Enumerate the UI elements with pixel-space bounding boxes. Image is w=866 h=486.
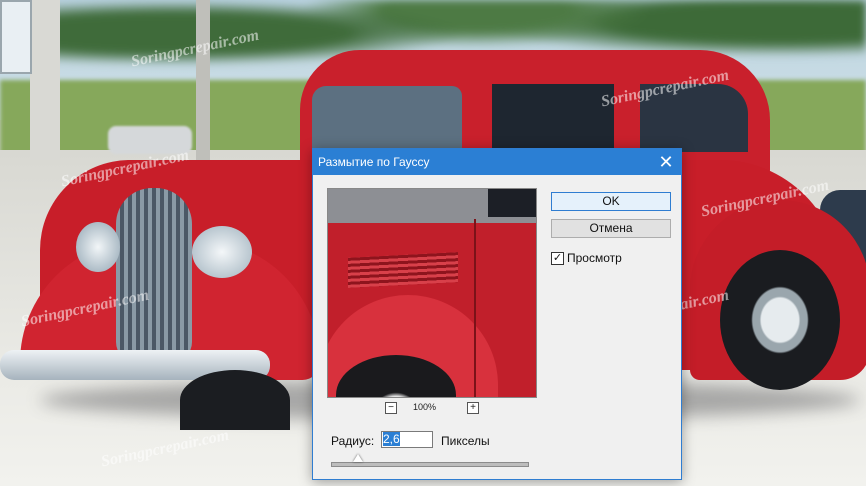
ok-button[interactable]: OK [551,192,671,211]
cancel-button[interactable]: Отмена [551,219,671,238]
radius-field[interactable]: 2,6 [381,431,433,448]
close-icon[interactable]: ✕ [651,149,681,175]
slider-thumb[interactable] [353,454,364,462]
zoom-in-icon[interactable]: + [467,402,479,414]
preview-label: Просмотр [567,251,622,265]
dialog-title: Размытие по Гауссу [318,155,430,169]
radius-unit: Пикселы [441,434,490,448]
gaussian-blur-dialog: Размытие по Гауссу ✕ − 100% + OK Отмена … [312,148,682,480]
zoom-controls: − 100% + [327,401,535,415]
checkmark-icon[interactable]: ✓ [551,252,564,265]
blur-preview[interactable] [327,188,537,398]
dialog-titlebar[interactable]: Размытие по Гауссу ✕ [313,149,681,175]
zoom-out-icon[interactable]: − [385,402,397,414]
radius-value: 2,6 [383,432,400,446]
radius-slider[interactable] [331,462,529,467]
radius-label: Радиус: [331,434,375,448]
zoom-level: 100% [413,402,437,412]
